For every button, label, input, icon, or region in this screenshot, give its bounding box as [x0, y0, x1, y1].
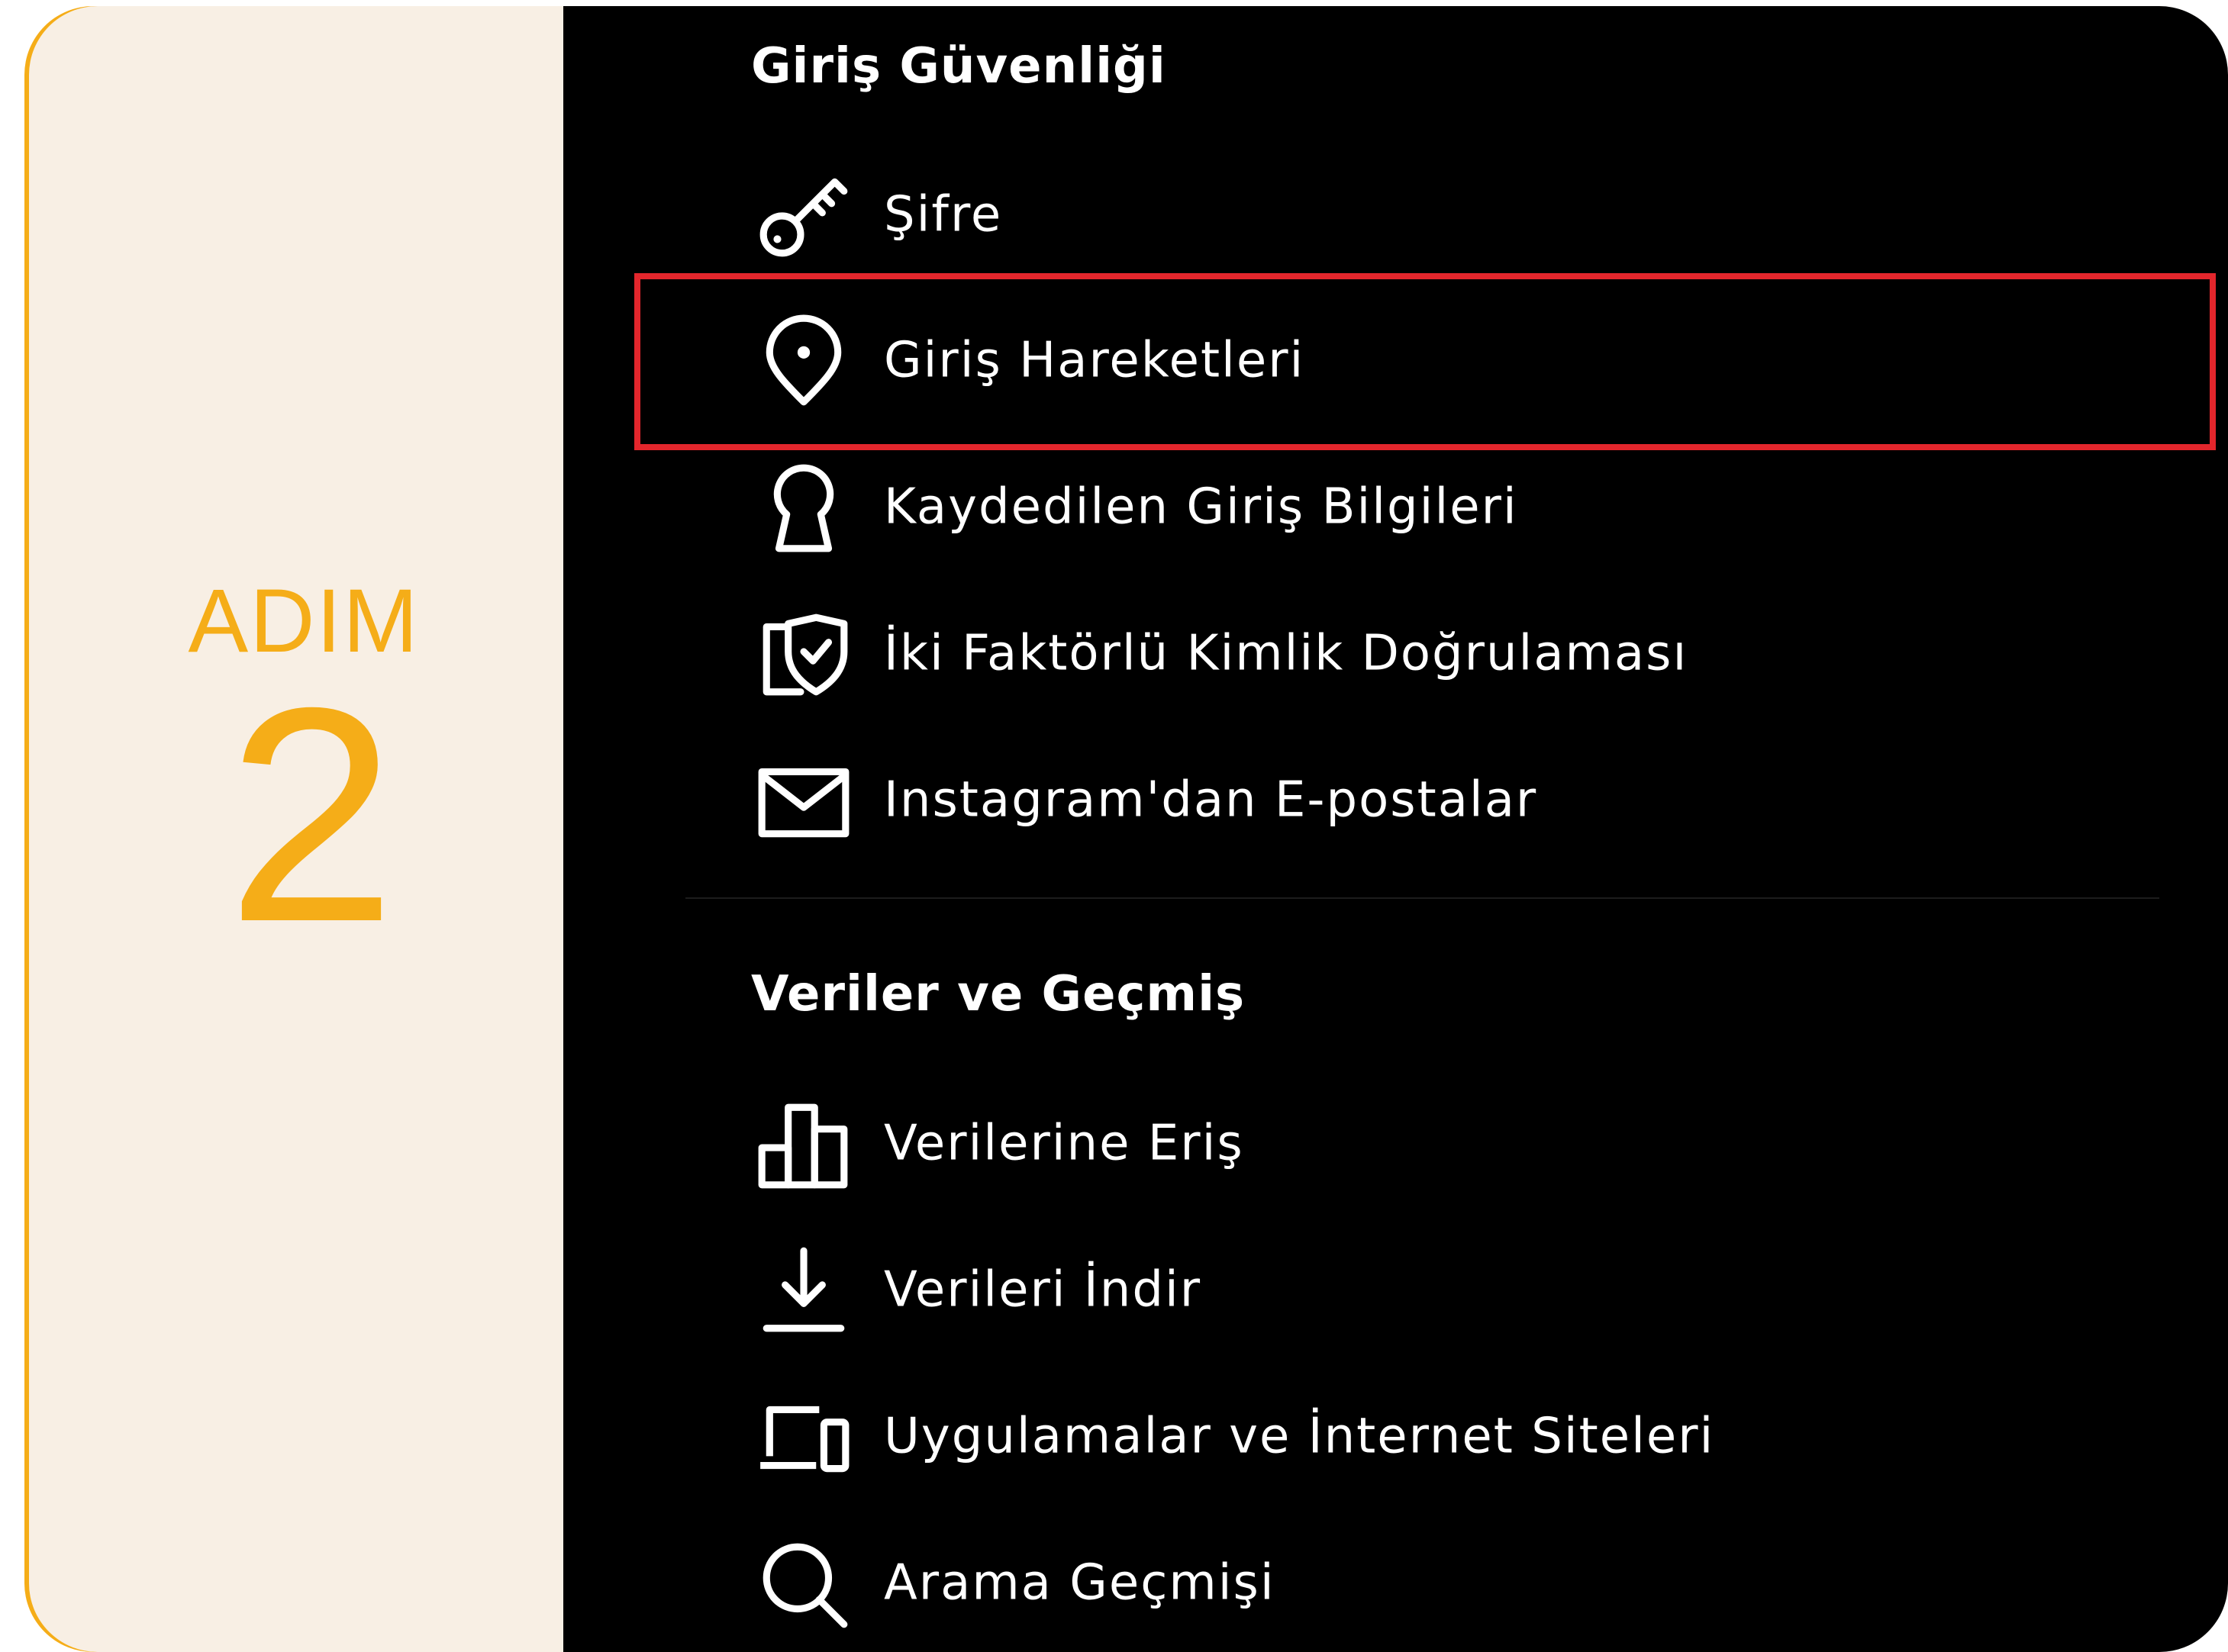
search-icon: [754, 1534, 853, 1634]
key-icon: [754, 166, 853, 266]
bar-chart-icon: [754, 1095, 853, 1194]
shield-check-icon: [754, 605, 853, 704]
keyhole-icon: [754, 459, 853, 558]
menu-item-saved-login[interactable]: Kaydedilen Giriş Bilgileri: [693, 436, 2197, 581]
menu-item-apps-websites[interactable]: Uygulamalar ve İnternet Siteleri: [693, 1365, 2197, 1510]
envelope-icon: [754, 752, 853, 851]
menu-item-label: Uygulamalar ve İnternet Siteleri: [884, 1408, 1715, 1465]
settings-panel: Giriş Güvenliği Şifre Giriş Hareketleri: [563, 6, 2228, 1652]
menu-item-two-factor[interactable]: İki Faktörlü Kimlik Doğrulaması: [693, 582, 2197, 727]
menu-item-label: İki Faktörlü Kimlik Doğrulaması: [884, 625, 1688, 682]
devices-icon: [754, 1388, 853, 1487]
menu-item-label: Şifre: [884, 186, 1003, 243]
menu-item-password[interactable]: Şifre: [693, 143, 2197, 288]
menu-item-label: Verileri İndir: [884, 1261, 1202, 1319]
menu-item-label: Verilerine Eriş: [884, 1115, 1244, 1172]
menu-item-label: Kaydedilen Giriş Bilgileri: [884, 478, 1518, 536]
menu-item-emails[interactable]: Instagram'dan E-postalar: [693, 729, 2197, 874]
download-icon: [754, 1241, 853, 1341]
step-panel: ADIM 2: [29, 6, 563, 1652]
menu-item-label: Arama Geçmişi: [884, 1554, 1275, 1612]
section-title-login-security: Giriş Güvenliği: [751, 38, 1166, 95]
menu-item-download-data[interactable]: Verileri İndir: [693, 1219, 2197, 1364]
menu-item-search-history[interactable]: Arama Geçmişi: [693, 1512, 2197, 1652]
step-card: ADIM 2 Giriş Güvenliği Şifre Giriş Harek…: [29, 6, 2228, 1652]
section-title-data-history: Veriler ve Geçmiş: [751, 966, 1246, 1022]
section-divider: [685, 897, 2159, 899]
menu-item-label: Instagram'dan E-postalar: [884, 771, 1538, 829]
menu-item-access-data[interactable]: Verilerine Eriş: [693, 1072, 2197, 1217]
location-pin-icon: [754, 312, 853, 411]
step-number: 2: [226, 644, 397, 985]
menu-item-login-activity[interactable]: Giriş Hareketleri: [693, 289, 2197, 434]
menu-item-label: Giriş Hareketleri: [884, 332, 1305, 389]
